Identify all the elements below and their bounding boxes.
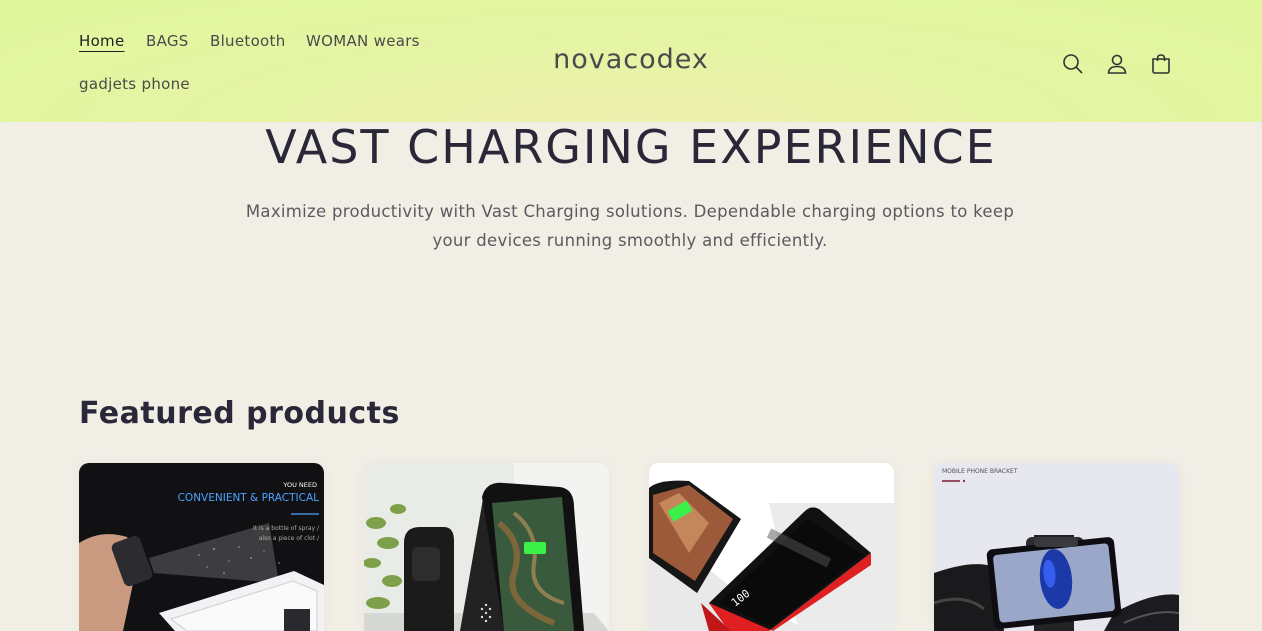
spray-caption-line1: It is a bottle of spray / bbox=[253, 525, 320, 532]
hero-title: VAST CHARGING EXPERIENCE bbox=[265, 120, 997, 174]
spray-caption-small: YOU NEED bbox=[282, 481, 317, 489]
product-image-power-bank: 100 bbox=[649, 463, 894, 631]
cart-icon[interactable] bbox=[1149, 52, 1173, 76]
product-card-spray[interactable]: YOU NEED CONVENIENT & PRACTICAL It is a … bbox=[79, 463, 324, 631]
product-image-phone-bracket: MOBILE PHONE BRACKET bbox=[934, 463, 1179, 631]
search-icon[interactable] bbox=[1061, 52, 1085, 76]
product-image-spray: YOU NEED CONVENIENT & PRACTICAL It is a … bbox=[79, 463, 324, 631]
product-card-charging-stand[interactable] bbox=[364, 463, 609, 631]
featured-products-title: Featured products bbox=[79, 396, 400, 431]
hero-description: Maximize productivity with Vast Charging… bbox=[245, 202, 1015, 250]
spray-caption-main: CONVENIENT & PRACTICAL bbox=[178, 492, 320, 504]
bracket-caption: MOBILE PHONE BRACKET bbox=[942, 468, 1018, 475]
product-image-charging-stand bbox=[364, 463, 609, 631]
product-card-phone-bracket[interactable]: MOBILE PHONE BRACKET bbox=[934, 463, 1179, 631]
spray-caption-line2: also a piece of clot / bbox=[259, 535, 320, 542]
site-header: Home BAGS Bluetooth WOMAN wears gadjets … bbox=[0, 0, 1262, 122]
product-card-power-bank[interactable]: 100 bbox=[649, 463, 894, 631]
header-icons bbox=[1061, 52, 1173, 76]
nav-link-gadjets-phone[interactable]: gadjets phone bbox=[79, 75, 190, 93]
account-icon[interactable] bbox=[1105, 52, 1129, 76]
